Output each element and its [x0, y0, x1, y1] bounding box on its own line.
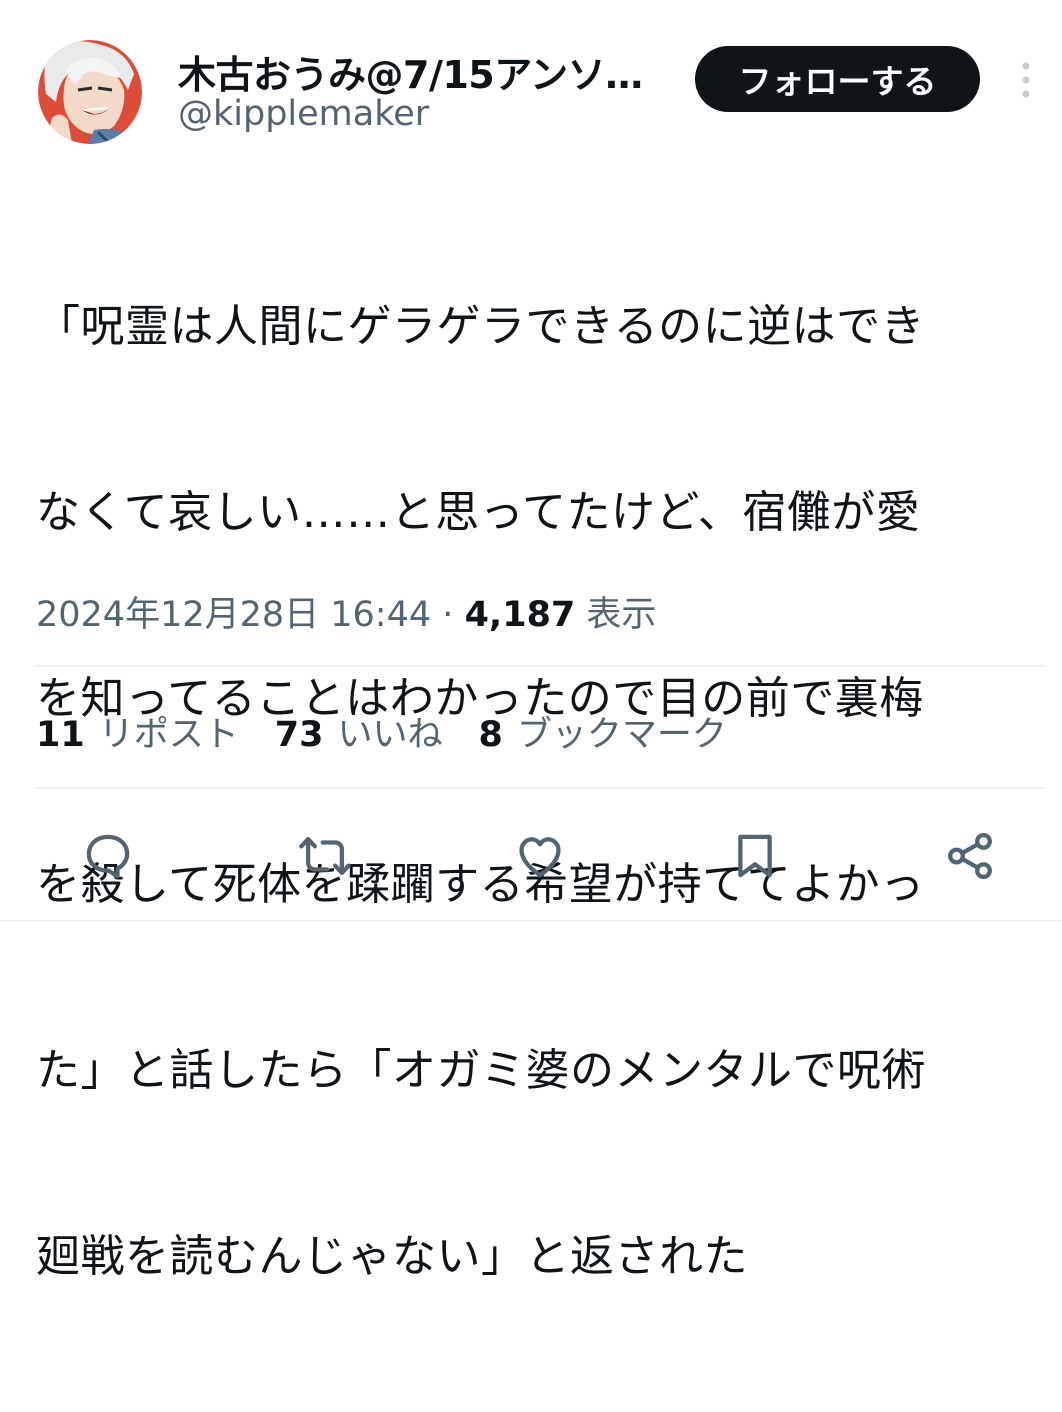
bookmarks-stat[interactable]: 8 ブックマーク — [478, 706, 726, 757]
action-bar — [0, 826, 1062, 886]
reply-button[interactable] — [78, 826, 138, 886]
views-count: 4,187 — [464, 595, 576, 635]
meta-separator: · — [442, 595, 454, 635]
likes-stat[interactable]: 73 いいね — [275, 706, 443, 757]
tweet-text-line: 「呪霊は人間にゲラゲラできるのに逆はでき — [36, 301, 926, 352]
divider — [34, 665, 1046, 667]
heart-icon — [519, 837, 561, 878]
tweet-timestamp[interactable]: 2024年12月28日 16:44 — [36, 595, 431, 635]
bottom-divider — [0, 920, 1062, 922]
repost-icon — [299, 836, 351, 876]
reposts-label: リポスト — [98, 715, 239, 755]
likes-count: 73 — [274, 715, 324, 755]
views-label: 表示 — [586, 595, 657, 635]
more-options-button[interactable] — [1008, 58, 1044, 102]
user-avatar-illustration-icon — [38, 40, 142, 144]
tweet-text-line: 廻戦を読むんじゃない」と返された — [36, 1231, 748, 1282]
likes-label: いいね — [337, 715, 443, 755]
more-vertical-icon — [1022, 62, 1030, 98]
reposts-count: 11 — [36, 715, 85, 755]
engagement-stats: 11 リポスト 73 いいね 8 ブックマーク — [36, 706, 727, 757]
follow-button[interactable]: フォローする — [695, 46, 980, 112]
tweet-meta: 2024年12月28日 16:44 · 4,187 表示 — [36, 586, 656, 637]
tweet-container: 木古おうみ@7/15アンソ… @kipplemaker フォローする 「呪霊は人… — [0, 0, 1062, 1282]
divider — [34, 787, 1046, 789]
bookmarks-count: 8 — [478, 715, 503, 755]
tweet-text: 「呪霊は人間にゲラゲラできるのに逆はでき なくて哀しい……と思ってたけど、宿儺が… — [36, 172, 1036, 1412]
reply-icon — [86, 834, 130, 879]
repost-button[interactable] — [295, 826, 355, 886]
bookmark-icon — [738, 834, 772, 878]
tweet-text-line: なくて哀しい……と思ってたけど、宿儺が愛 — [36, 487, 921, 538]
tweet-text-line: た」と話したら「オガミ婆のメンタルで呪術 — [36, 1045, 926, 1096]
author-avatar[interactable] — [38, 40, 142, 144]
reposts-stat[interactable]: 11 リポスト — [36, 706, 239, 757]
share-icon — [948, 832, 992, 880]
share-button[interactable] — [940, 826, 1000, 886]
bookmark-button[interactable] — [725, 826, 785, 886]
like-button[interactable] — [510, 826, 570, 886]
bookmarks-label: ブックマーク — [516, 715, 727, 755]
author-display-name[interactable]: 木古おうみ@7/15アンソ… — [178, 44, 643, 99]
author-handle[interactable]: @kipplemaker — [178, 94, 429, 134]
